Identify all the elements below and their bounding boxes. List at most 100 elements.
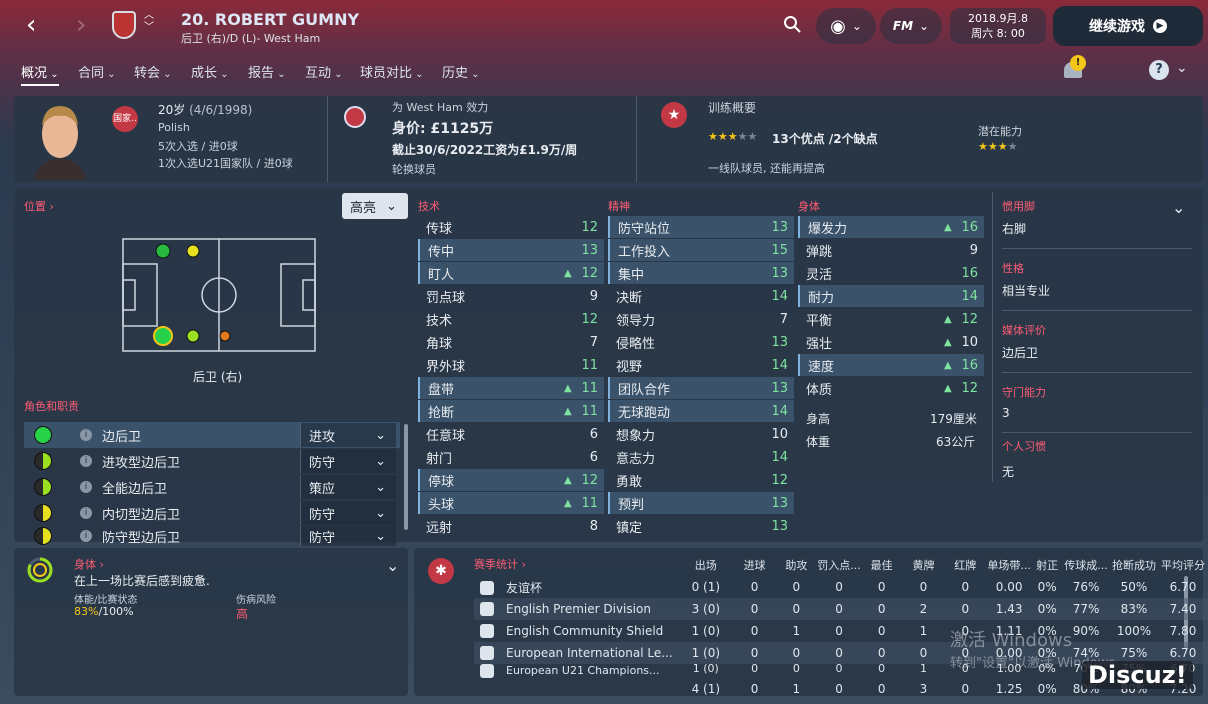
attribute-row[interactable]: 射门 6 bbox=[418, 446, 604, 468]
duty-dropdown[interactable]: 进攻 ⌄ bbox=[300, 423, 396, 447]
tab-7[interactable]: 历史 ⌄ bbox=[442, 62, 480, 81]
attribute-row[interactable]: 镇定 13 bbox=[608, 515, 794, 537]
attribute-row[interactable]: 弹跳 9 bbox=[798, 239, 984, 261]
continue-button[interactable]: 继续游戏 ▶ bbox=[1053, 6, 1203, 46]
attribute-row[interactable]: 领导力 7 bbox=[608, 308, 794, 330]
info-icon[interactable]: i bbox=[80, 481, 92, 493]
tab-5[interactable]: 互动 ⌄ bbox=[305, 62, 343, 81]
attribute-row[interactable]: 视野 14 bbox=[608, 354, 794, 376]
attribute-row[interactable]: 传球 12 bbox=[418, 216, 604, 238]
stats-column-header[interactable]: 助攻 bbox=[775, 554, 817, 576]
attribute-row[interactable]: 界外球 11 bbox=[418, 354, 604, 376]
attribute-row[interactable]: 防守站位 13 bbox=[608, 216, 794, 238]
globe-menu-button[interactable]: ◉ ⌄ bbox=[816, 8, 876, 44]
info-icon[interactable]: i bbox=[80, 530, 92, 542]
role-row[interactable]: i 内切型边后卫 防守 ⌄ bbox=[24, 500, 400, 526]
stats-column-header[interactable]: 射正 bbox=[1032, 554, 1062, 576]
attribute-value: 16 bbox=[961, 219, 978, 235]
attribute-row[interactable]: 停球 ▲ 12 bbox=[418, 469, 604, 491]
attribute-row[interactable]: 决断 14 bbox=[608, 285, 794, 307]
help-icon[interactable]: ? bbox=[1149, 60, 1169, 80]
attribute-row[interactable]: 想象力 10 bbox=[608, 423, 794, 445]
attribute-value: 14 bbox=[771, 449, 788, 465]
attribute-row[interactable]: 灵活 16 bbox=[798, 262, 984, 284]
roles-scrollbar[interactable] bbox=[404, 424, 408, 530]
attribute-row[interactable]: 团队合作 13 bbox=[608, 377, 794, 399]
attribute-row[interactable]: 耐力 14 bbox=[798, 285, 984, 307]
stats-column-header[interactable]: 黄牌 bbox=[903, 554, 945, 576]
duty-dropdown[interactable]: 策应 ⌄ bbox=[300, 475, 396, 499]
attribute-row[interactable]: 勇敢 12 bbox=[608, 469, 794, 491]
attribute-row[interactable]: 速度 ▲ 16 bbox=[798, 354, 984, 376]
duty-dropdown[interactable]: 防守 ⌄ bbox=[300, 526, 396, 546]
attribute-row[interactable]: 技术 12 bbox=[418, 308, 604, 330]
attribute-row[interactable]: 侵略性 13 bbox=[608, 331, 794, 353]
attribute-row[interactable]: 预判 13 bbox=[608, 492, 794, 514]
stats-total-cell: 4 (1) bbox=[691, 682, 721, 696]
attribute-row[interactable]: 平衡 ▲ 12 bbox=[798, 308, 984, 330]
fm-menu-button[interactable]: FM ⌄ bbox=[880, 8, 942, 44]
up-down-chevron-icon[interactable]: ︿ ﹀ bbox=[144, 10, 154, 34]
stats-column-header[interactable]: 红牌 bbox=[944, 554, 986, 576]
duty-dropdown[interactable]: 防守 ⌄ bbox=[300, 449, 396, 473]
role-row[interactable]: i 全能边后卫 策应 ⌄ bbox=[24, 474, 400, 500]
attribute-row[interactable]: 意志力 14 bbox=[608, 446, 794, 468]
stats-row[interactable]: English Community Shield 1 (0) 0 1 0 0 1 0 1.11 0… bbox=[474, 620, 1208, 642]
stats-cell: 0 bbox=[878, 664, 886, 675]
attribute-name: 传中 bbox=[428, 244, 455, 260]
stats-column-header[interactable]: 罚入点... bbox=[817, 554, 861, 576]
tab-1[interactable]: 合同 ⌄ bbox=[78, 62, 116, 81]
fitness-header[interactable]: 身体 › bbox=[74, 556, 104, 572]
attribute-row[interactable]: 角球 7 bbox=[418, 331, 604, 353]
stats-column-header[interactable]: 出场 bbox=[678, 554, 734, 576]
attribute-row[interactable]: 罚点球 9 bbox=[418, 285, 604, 307]
attribute-row[interactable]: 集中 13 bbox=[608, 262, 794, 284]
tab-0[interactable]: 概况 ⌄ bbox=[21, 62, 59, 86]
attribute-row[interactable]: 爆发力 ▲ 16 bbox=[798, 216, 984, 238]
duty-dropdown[interactable]: 防守 ⌄ bbox=[300, 501, 396, 525]
collapse-chevron-icon[interactable]: ⌄ bbox=[1172, 198, 1185, 217]
attribute-row[interactable]: 任意球 6 bbox=[418, 423, 604, 445]
divider bbox=[636, 96, 637, 182]
stats-row[interactable]: 友谊杯 0 (1) 0 0 0 0 0 0 0.00 0% 76% 50% 6.70 bbox=[474, 576, 1208, 598]
divider bbox=[1002, 372, 1192, 373]
stats-column-header[interactable]: 传球成... bbox=[1062, 554, 1110, 576]
info-icon[interactable]: i bbox=[80, 429, 92, 441]
back-arrow-icon[interactable]: ‹ bbox=[26, 10, 36, 40]
stats-cell: 0 bbox=[750, 580, 759, 594]
attribute-row[interactable]: 远射 8 bbox=[418, 515, 604, 537]
fitness-chevron-icon[interactable]: ⌄ bbox=[386, 556, 399, 575]
help-chevron-icon[interactable]: ⌄ bbox=[1176, 60, 1188, 76]
stats-column-header[interactable]: 抢断成功 bbox=[1110, 554, 1158, 576]
info-icon[interactable]: i bbox=[80, 507, 92, 519]
tab-4[interactable]: 报告 ⌄ bbox=[248, 62, 286, 81]
attribute-row[interactable]: 无球跑动 14 bbox=[608, 400, 794, 422]
tab-6[interactable]: 球员对比 ⌄ bbox=[360, 62, 424, 81]
tab-3[interactable]: 成长 ⌄ bbox=[191, 62, 229, 81]
attribute-row[interactable]: 头球 ▲ 11 bbox=[418, 492, 604, 514]
attribute-row[interactable]: 盯人 ▲ 12 bbox=[418, 262, 604, 284]
tab-2[interactable]: 转会 ⌄ bbox=[134, 62, 172, 81]
forward-arrow-icon[interactable]: › bbox=[76, 10, 86, 40]
attribute-row[interactable]: 传中 13 bbox=[418, 239, 604, 261]
attribute-name: 平衡 bbox=[806, 313, 833, 329]
attribute-value: 10 bbox=[961, 334, 978, 350]
role-row[interactable]: i 防守型边后卫 防守 ⌄ bbox=[24, 526, 400, 546]
stats-column-header[interactable]: 单场带... bbox=[986, 554, 1032, 576]
stats-row[interactable]: English Premier Division 3 (0) 0 0 0 0 2 0 1.43 0… bbox=[474, 598, 1208, 620]
attribute-row[interactable]: 强壮 ▲ 10 bbox=[798, 331, 984, 353]
attribute-row[interactable]: 抢断 ▲ 11 bbox=[418, 400, 604, 422]
role-row[interactable]: i 边后卫 进攻 ⌄ bbox=[24, 422, 400, 448]
attribute-name: 弹跳 bbox=[806, 244, 833, 260]
stats-column-header[interactable]: 最佳 bbox=[861, 554, 903, 576]
attribute-row[interactable]: 体质 ▲ 12 bbox=[798, 377, 984, 399]
attribute-row[interactable]: 工作投入 15 bbox=[608, 239, 794, 261]
search-icon[interactable] bbox=[783, 15, 801, 33]
position-header[interactable]: 位置 › bbox=[24, 198, 54, 214]
highlight-dropdown[interactable]: 高亮 ⌄ bbox=[342, 193, 408, 219]
stats-column-header[interactable]: 平均评分 bbox=[1158, 554, 1208, 576]
stats-column-header[interactable]: 进球 bbox=[734, 554, 776, 576]
role-row[interactable]: i 进攻型边后卫 防守 ⌄ bbox=[24, 448, 400, 474]
info-icon[interactable]: i bbox=[80, 455, 92, 467]
attribute-row[interactable]: 盘带 ▲ 11 bbox=[418, 377, 604, 399]
